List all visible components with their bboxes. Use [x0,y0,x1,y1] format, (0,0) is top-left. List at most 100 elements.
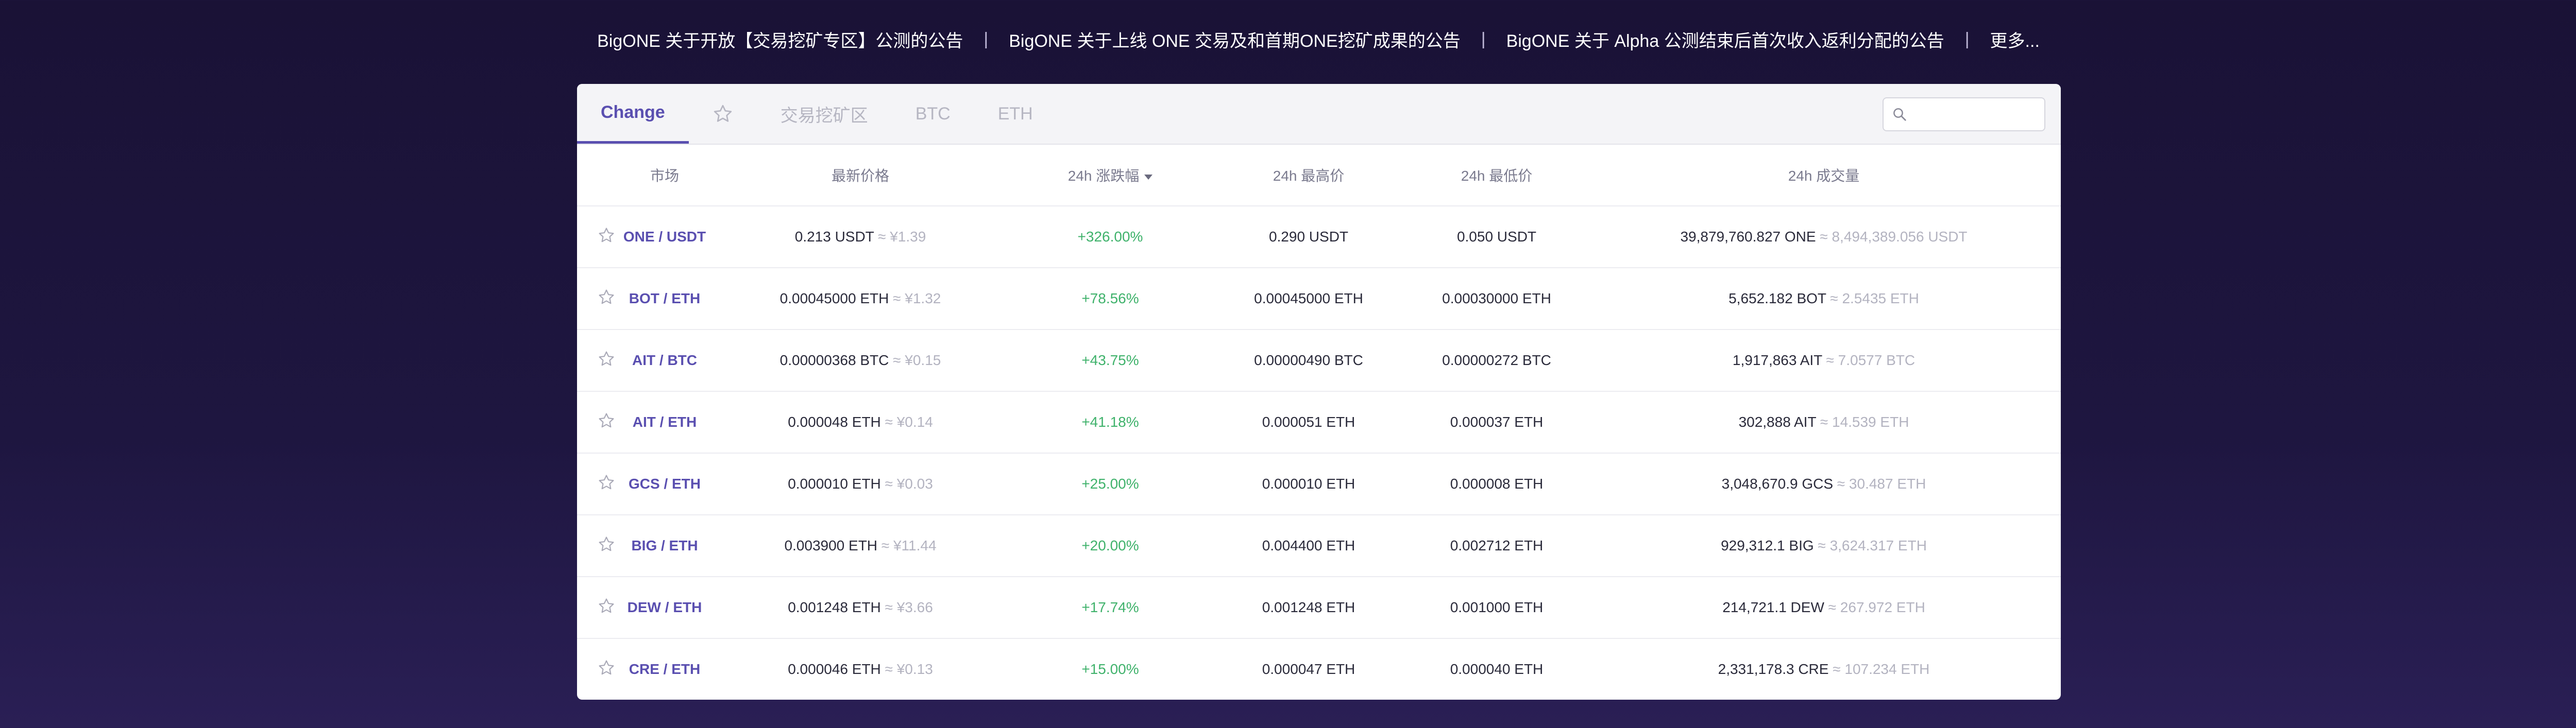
latest-price-cell: 0.000010 ETH ≈ ¥0.03 [711,453,1010,515]
volume-24h: 2,331,178.3 CRE [1718,661,1829,677]
announcement-link-3[interactable]: BigONE 关于 Alpha 公测结束后首次收入返利分配的公告 [1506,27,1944,52]
latest-price-cell: 0.001248 ETH ≈ ¥3.66 [711,577,1010,639]
low-24h: 0.000008 ETH [1406,453,1587,515]
volume-24h-converted: ≈ 7.0577 BTC [1826,352,1916,368]
star-icon [714,105,732,122]
change-24h: +326.00% [1010,206,1211,268]
latest-price: 0.000048 ETH [788,414,881,430]
latest-price-cell: 0.00000368 BTC ≈ ¥0.15 [711,330,1010,392]
latest-price: 0.00000368 BTC [779,352,889,368]
search-box[interactable] [1883,97,2045,131]
latest-price-cny: ≈ ¥0.13 [885,661,933,677]
market-pair[interactable]: CRE / ETH [618,638,711,700]
change-column-header[interactable]: 24h 涨跌幅 [1010,145,1211,206]
low-24h: 0.002712 ETH [1406,515,1587,577]
market-pair[interactable]: AIT / ETH [618,391,711,454]
search-icon [1893,108,1906,121]
volume-24h: 1,917,863 AIT [1732,352,1822,368]
low-column-header[interactable]: 24h 最低价 [1406,145,1587,206]
favorite-star-cell[interactable] [577,515,618,577]
volume-24h-cell: 5,652.182 BOT ≈ 2.5435 ETH [1587,268,2061,330]
latest-price: 0.00045000 ETH [779,290,889,306]
low-24h: 0.000040 ETH [1406,638,1587,700]
high-24h: 0.000047 ETH [1211,638,1406,700]
change-column-label: 24h 涨跌幅 [1067,168,1140,184]
change-24h: +15.00% [1010,638,1211,700]
market-pair[interactable]: BIG / ETH [618,515,711,577]
high-24h: 0.00045000 ETH [1211,268,1406,330]
high-24h: 0.00000490 BTC [1211,330,1406,392]
volume-24h: 5,652.182 BOT [1728,290,1826,306]
favorite-star-cell[interactable] [577,577,618,639]
tab-eth[interactable]: ETH [974,84,1057,144]
latest-price-cny: ≈ ¥0.03 [885,476,933,492]
market-pair[interactable]: BOT / ETH [618,268,711,330]
star-icon[interactable] [598,227,615,247]
separator: | [1964,29,1970,49]
table-row[interactable]: AIT / BTC 0.00000368 BTC ≈ ¥0.15 +43.75% 0.… [577,330,2061,392]
volume-column-header[interactable]: 24h 成交量 [1587,145,2061,206]
low-24h: 0.001000 ETH [1406,577,1587,639]
table-row[interactable]: BIG / ETH 0.003900 ETH ≈ ¥11.44 +20.00% 0.0… [577,515,2061,577]
high-24h: 0.000051 ETH [1211,391,1406,454]
announcement-link-1[interactable]: BigONE 关于开放【交易挖矿专区】公测的公告 [597,27,963,52]
change-24h: +41.18% [1010,391,1211,454]
more-announcements-link[interactable]: 更多... [1990,27,2040,52]
market-pair[interactable]: ONE / USDT [618,206,711,268]
announcement-link-2[interactable]: BigONE 关于上线 ONE 交易及和首期ONE挖矿成果的公告 [1009,27,1461,52]
table-row[interactable]: GCS / ETH 0.000010 ETH ≈ ¥0.03 +25.00% 0.00… [577,453,2061,515]
table-row[interactable]: BOT / ETH 0.00045000 ETH ≈ ¥1.32 +78.56% 0.… [577,268,2061,330]
star-icon[interactable] [598,474,615,494]
market-column-header[interactable]: 市场 [618,145,711,206]
favorite-star-cell[interactable] [577,206,618,268]
volume-24h-cell: 302,888 AIT ≈ 14.539 ETH [1587,391,2061,454]
table-row[interactable]: DEW / ETH 0.001248 ETH ≈ ¥3.66 +17.74% 0.00… [577,577,2061,639]
latest-price: 0.001248 ETH [788,599,881,615]
volume-24h-converted: ≈ 2.5435 ETH [1830,290,1919,306]
market-pair[interactable]: AIT / BTC [618,330,711,392]
market-panel: Change 交易挖矿区 BTC ETH 市场 最新价格 24h 涨跌幅 24h… [577,84,2061,700]
low-24h: 0.000037 ETH [1406,391,1587,454]
favorite-star-cell[interactable] [577,638,618,700]
volume-24h-converted: ≈ 14.539 ETH [1820,414,1909,430]
tab-favorites[interactable] [689,84,757,144]
tab-mining-zone[interactable]: 交易挖矿区 [757,84,892,144]
change-24h: +78.56% [1010,268,1211,330]
price-column-header[interactable]: 最新价格 [711,145,1010,206]
latest-price-cell: 0.00045000 ETH ≈ ¥1.32 [711,268,1010,330]
table-row[interactable]: AIT / ETH 0.000048 ETH ≈ ¥0.14 +41.18% 0.00… [577,391,2061,454]
sort-desc-icon [1144,174,1153,180]
star-icon[interactable] [598,289,615,309]
latest-price-cny: ≈ ¥1.39 [878,229,926,245]
latest-price: 0.003900 ETH [784,538,878,553]
star-icon[interactable] [598,412,615,432]
market-tabs: Change 交易挖矿区 BTC ETH [577,84,2061,145]
change-24h: +43.75% [1010,330,1211,392]
low-24h: 0.00030000 ETH [1406,268,1587,330]
market-pair[interactable]: DEW / ETH [618,577,711,639]
volume-24h-cell: 3,048,670.9 GCS ≈ 30.487 ETH [1587,453,2061,515]
latest-price: 0.213 USDT [794,229,874,245]
latest-price-cell: 0.003900 ETH ≈ ¥11.44 [711,515,1010,577]
latest-price: 0.000010 ETH [788,476,881,492]
table-row[interactable]: CRE / ETH 0.000046 ETH ≈ ¥0.13 +15.00% 0.00… [577,638,2061,700]
latest-price-cny: ≈ ¥0.15 [893,352,941,368]
high-column-header[interactable]: 24h 最高价 [1211,145,1406,206]
table-row[interactable]: ONE / USDT 0.213 USDT ≈ ¥1.39 +326.00% 0.29… [577,206,2061,268]
search-input[interactable] [1912,106,2038,123]
favorite-star-cell[interactable] [577,453,618,515]
tab-btc[interactable]: BTC [892,84,974,144]
high-24h: 0.004400 ETH [1211,515,1406,577]
favorite-star-cell[interactable] [577,268,618,330]
favorite-star-cell[interactable] [577,330,618,392]
star-icon[interactable] [598,660,615,680]
latest-price-cny: ≈ ¥11.44 [881,538,937,553]
star-icon[interactable] [598,351,615,371]
favorite-star-cell[interactable] [577,391,618,454]
latest-price-cell: 0.000048 ETH ≈ ¥0.14 [711,391,1010,454]
star-icon[interactable] [598,536,615,556]
tab-change[interactable]: Change [577,84,689,144]
market-pair[interactable]: GCS / ETH [618,453,711,515]
separator: | [984,29,989,49]
star-icon[interactable] [598,598,615,618]
